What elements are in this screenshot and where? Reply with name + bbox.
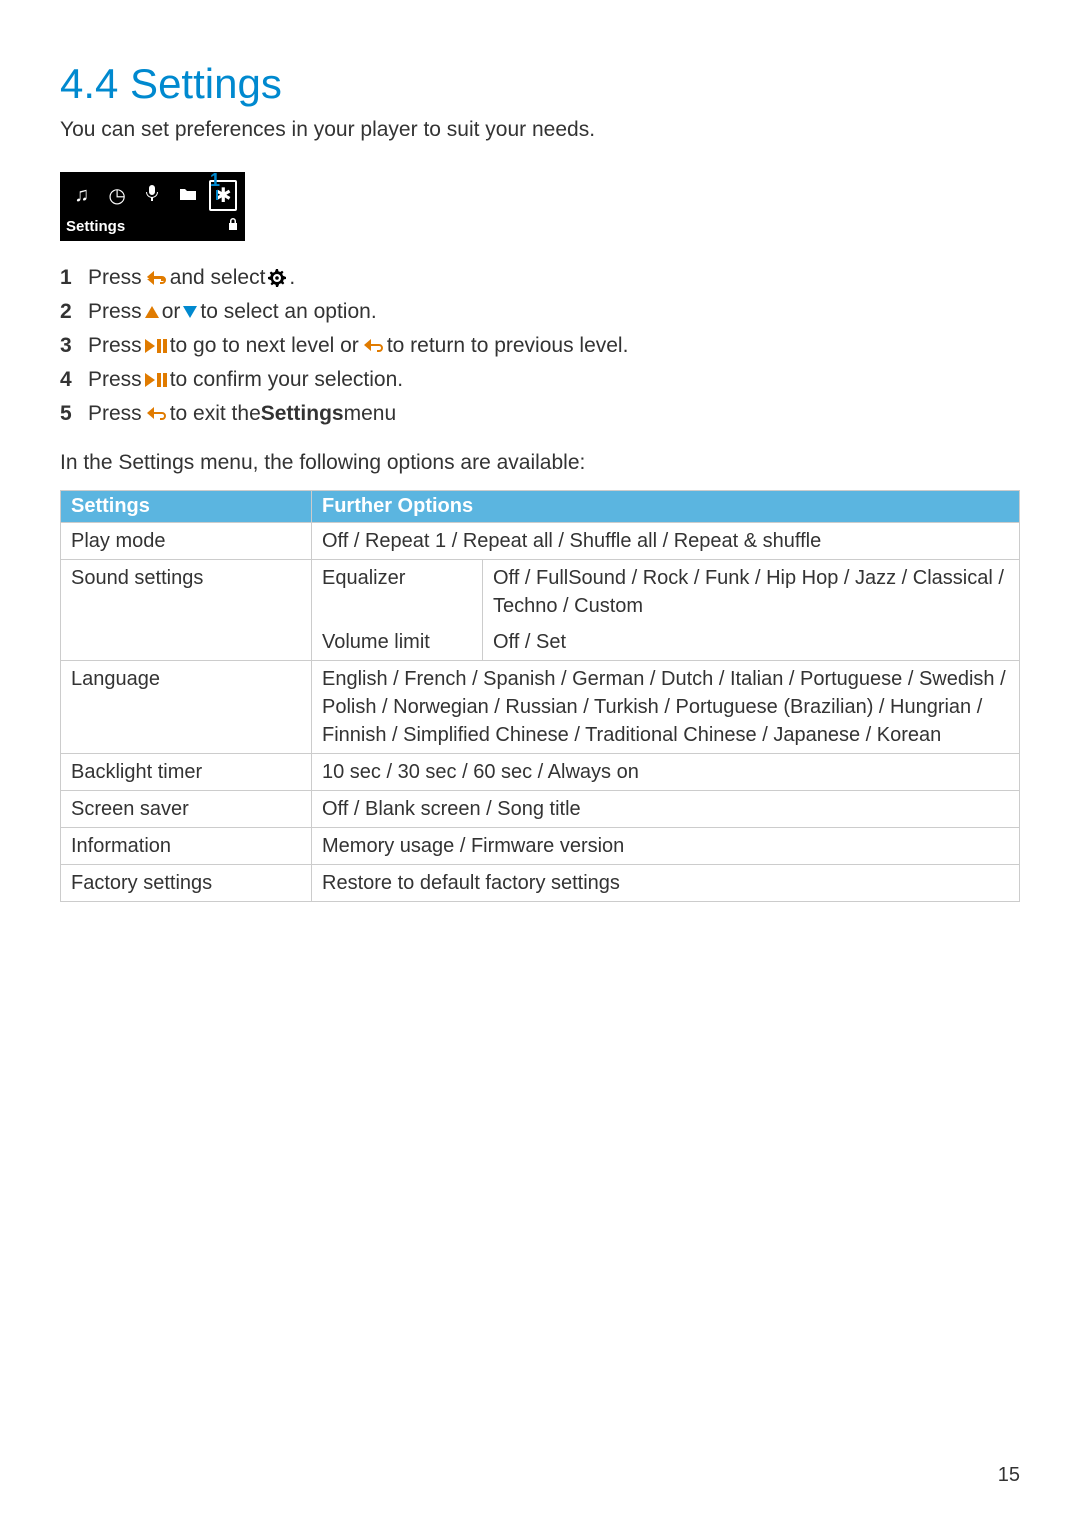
table-row: Backlight timer 10 sec / 30 sec / 60 sec… bbox=[61, 754, 1020, 791]
table-row: Language English / French / Spanish / Ge… bbox=[61, 661, 1020, 754]
table-intro: In the Settings menu, the following opti… bbox=[60, 451, 1020, 475]
step-1: Press and select . bbox=[60, 266, 1020, 290]
section-heading: 4.4 Settings bbox=[60, 60, 1020, 108]
table-row: Play mode Off / Repeat 1 / Repeat all / … bbox=[61, 523, 1020, 560]
device-screenshot: 1 ♫ ◷ ✱ Settings bbox=[60, 172, 250, 241]
step-5: Press to exit the Settings menu bbox=[60, 402, 1020, 426]
clock-icon: ◷ bbox=[103, 183, 131, 208]
col-further-options: Further Options bbox=[312, 491, 1020, 523]
screen-label: Settings bbox=[66, 218, 125, 235]
music-note-icon: ♫ bbox=[68, 184, 96, 207]
step-3: Press to go to next level or to return t… bbox=[60, 334, 1020, 358]
down-arrow-icon bbox=[183, 306, 197, 318]
back-icon bbox=[145, 405, 167, 423]
table-row: Screen saver Off / Blank screen / Song t… bbox=[61, 791, 1020, 828]
back-icon bbox=[145, 269, 167, 287]
step-2: Press or to select an option. bbox=[60, 300, 1020, 324]
back-icon bbox=[362, 337, 384, 355]
table-row: Information Memory usage / Firmware vers… bbox=[61, 828, 1020, 865]
settings-table: Settings Further Options Play mode Off /… bbox=[60, 490, 1020, 902]
page-number: 15 bbox=[998, 1464, 1020, 1487]
up-arrow-icon bbox=[145, 306, 159, 318]
intro-text: You can set preferences in your player t… bbox=[60, 118, 1020, 142]
step-4: Press to confirm your selection. bbox=[60, 368, 1020, 392]
microphone-icon bbox=[138, 184, 166, 208]
callout-line bbox=[216, 190, 218, 200]
lock-icon bbox=[227, 217, 239, 235]
col-settings: Settings bbox=[61, 491, 312, 523]
play-pause-icon bbox=[145, 339, 167, 353]
callout-number: 1 bbox=[210, 170, 220, 191]
steps-list: Press and select . Press or to select an… bbox=[60, 266, 1020, 426]
play-pause-icon bbox=[145, 373, 167, 387]
table-row: Factory settings Restore to default fact… bbox=[61, 865, 1020, 902]
folder-icon bbox=[174, 184, 202, 207]
table-row: Sound settings Equalizer Off / FullSound… bbox=[61, 560, 1020, 625]
gear-icon bbox=[268, 269, 286, 287]
